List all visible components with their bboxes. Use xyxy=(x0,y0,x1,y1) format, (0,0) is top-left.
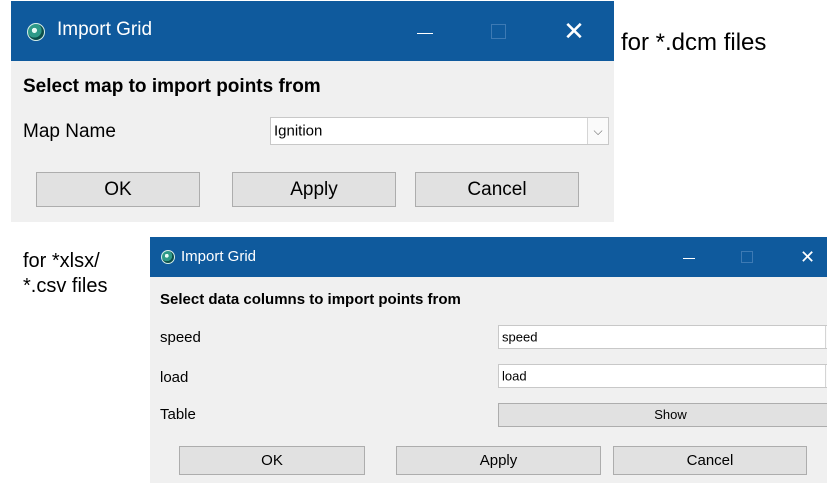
speed-select[interactable]: speed ⌵ xyxy=(498,325,827,349)
maximize-button xyxy=(473,1,523,61)
cancel-button[interactable]: Cancel xyxy=(415,172,579,207)
import-grid-dialog-dcm: Import Grid ✕ Select map to import point… xyxy=(11,1,614,222)
minimize-icon xyxy=(683,258,695,259)
load-value: load xyxy=(502,368,527,384)
cancel-button[interactable]: Cancel xyxy=(613,446,807,475)
minimize-button[interactable] xyxy=(669,237,709,277)
maximize-button xyxy=(726,237,766,277)
import-grid-app-icon xyxy=(27,23,45,41)
close-button[interactable]: ✕ xyxy=(788,241,827,273)
map-name-label: Map Name xyxy=(23,121,116,142)
maximize-icon xyxy=(491,24,506,39)
speed-value: speed xyxy=(502,329,538,345)
load-label: load xyxy=(160,369,189,386)
dialog-heading: Select data columns to import points fro… xyxy=(160,291,461,308)
ok-button[interactable]: OK xyxy=(36,172,200,207)
close-icon: ✕ xyxy=(563,16,585,46)
import-grid-dialog-csv: Import Grid ✕ Select data columns to imp… xyxy=(150,237,827,483)
dialog-heading: Select map to import points from xyxy=(23,76,321,97)
maximize-icon xyxy=(741,251,753,263)
dcm-files-note: for *.dcm files xyxy=(621,29,767,56)
minimize-icon xyxy=(417,33,433,34)
import-grid-app-icon xyxy=(161,250,175,264)
table-label: Table xyxy=(160,406,196,423)
apply-button[interactable]: Apply xyxy=(396,446,601,475)
map-name-value: Ignition xyxy=(274,122,323,140)
dialog-titlebar[interactable]: Import Grid ✕ xyxy=(11,1,614,61)
apply-button[interactable]: Apply xyxy=(232,172,396,207)
map-name-select[interactable]: Ignition ⌵ xyxy=(270,117,609,145)
chevron-down-icon[interactable]: ⌵ xyxy=(587,118,608,144)
dialog-title: Import Grid xyxy=(181,248,257,265)
close-button[interactable]: ✕ xyxy=(549,15,599,47)
close-icon: ✕ xyxy=(799,247,816,267)
dialog-titlebar[interactable]: Import Grid ✕ xyxy=(150,237,827,277)
xlsx-files-note: for *xlsx/ xyxy=(23,250,100,272)
minimize-button[interactable] xyxy=(400,1,450,61)
speed-label: speed xyxy=(160,329,201,346)
dialog-title: Import Grid xyxy=(57,19,153,40)
csv-files-note: *.csv files xyxy=(23,275,108,297)
ok-button[interactable]: OK xyxy=(179,446,365,475)
load-select[interactable]: load ⌵ xyxy=(498,364,827,388)
show-table-button[interactable]: Show xyxy=(498,403,827,427)
